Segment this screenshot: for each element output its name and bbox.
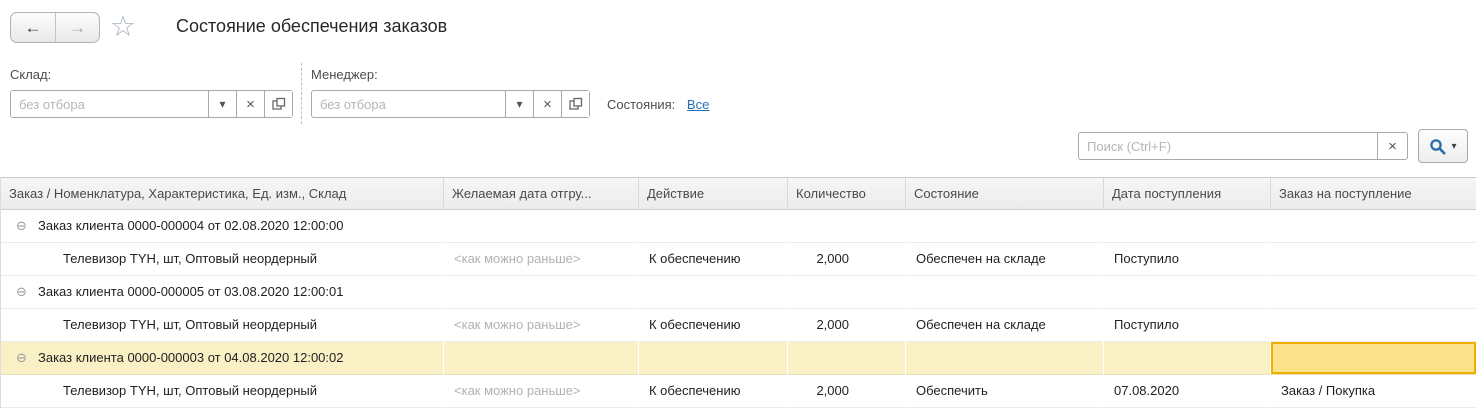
states-filter-label: Состояния: (607, 97, 675, 112)
nav-history-group: ← → (10, 12, 100, 43)
table-cell[interactable] (1104, 210, 1271, 243)
table-cell[interactable]: К обеспечению (639, 243, 788, 276)
orders-table: Заказ / Номенклатура, Характеристика, Ед… (0, 177, 1476, 408)
warehouse-filter-input[interactable] (11, 91, 208, 117)
table-cell[interactable] (906, 342, 1104, 375)
search-icon (1429, 138, 1446, 155)
manager-choose-icon[interactable] (561, 91, 589, 117)
table-cell[interactable]: 07.08.2020 (1104, 375, 1271, 408)
table-cell[interactable] (444, 210, 639, 243)
warehouse-filter-combo: ▾ × (10, 90, 293, 118)
group-row-label: Заказ клиента 0000-000004 от 02.08.2020 … (38, 218, 343, 233)
table-cell[interactable]: 2,000 (788, 243, 906, 276)
group-row-cell[interactable]: ⊖ Заказ клиента 0000-000005 от 03.08.2020… (1, 276, 444, 309)
table-cell[interactable]: К обеспечению (639, 375, 788, 408)
table-cell[interactable]: 2,000 (788, 309, 906, 342)
search-menu-caret-icon: ▾ (1451, 141, 1456, 152)
table-cell[interactable] (1104, 342, 1271, 375)
warehouse-clear-icon[interactable]: × (236, 91, 264, 117)
table-cell[interactable] (444, 276, 639, 309)
table-cell[interactable]: <как можно раньше> (444, 309, 639, 342)
table-cell[interactable]: <как можно раньше> (444, 375, 639, 408)
group-row-cell[interactable]: ⊖ Заказ клиента 0000-000003 от 04.08.2020… (1, 342, 444, 375)
manager-filter-combo: ▾ × (311, 90, 590, 118)
page-title: Состояние обеспечения заказов (176, 16, 447, 37)
table-cell[interactable] (444, 342, 639, 375)
table-cell[interactable] (1104, 276, 1271, 309)
table-cell[interactable] (1271, 276, 1476, 309)
column-header[interactable]: Дата поступления (1104, 178, 1271, 210)
group-row-cell[interactable]: ⊖ Заказ клиента 0000-000004 от 02.08.2020… (1, 210, 444, 243)
column-header[interactable]: Желаемая дата отгру... (444, 178, 639, 210)
table-cell[interactable]: К обеспечению (639, 309, 788, 342)
table-cell[interactable] (1271, 309, 1476, 342)
collapse-icon[interactable]: ⊖ (15, 276, 28, 308)
table-cell[interactable]: Телевизор TYH, шт, Оптовый неордерный (1, 309, 444, 342)
search-box: × (1078, 132, 1408, 160)
table-cell[interactable]: Заказ / Покупка (1271, 375, 1476, 408)
table-cell[interactable] (1271, 210, 1476, 243)
collapse-icon[interactable]: ⊖ (15, 210, 28, 242)
favorite-star-icon[interactable]: ☆ (110, 11, 136, 43)
warehouse-dropdown-icon[interactable]: ▾ (208, 91, 236, 117)
table-cell[interactable]: Телевизор TYH, шт, Оптовый неордерный (1, 375, 444, 408)
table-cell[interactable] (788, 276, 906, 309)
table-cell[interactable]: Обеспечить (906, 375, 1104, 408)
column-header[interactable]: Заказ на поступление (1271, 178, 1476, 210)
manager-filter-label: Менеджер: (311, 67, 378, 82)
filter-separator (301, 63, 302, 124)
collapse-icon[interactable]: ⊖ (15, 342, 28, 374)
column-header[interactable]: Количество (788, 178, 906, 210)
forward-icon[interactable]: → (55, 13, 99, 42)
warehouse-choose-icon[interactable] (264, 91, 292, 117)
table-cell[interactable] (1271, 243, 1476, 276)
search-button[interactable]: ▾ (1418, 129, 1468, 163)
table-cell[interactable] (906, 210, 1104, 243)
manager-dropdown-icon[interactable]: ▾ (505, 91, 533, 117)
column-header[interactable]: Состояние (906, 178, 1104, 210)
manager-clear-icon[interactable]: × (533, 91, 561, 117)
table-cell[interactable] (639, 276, 788, 309)
manager-filter-input[interactable] (312, 91, 505, 117)
table-cell[interactable] (639, 210, 788, 243)
table-cell[interactable]: Поступило (1104, 309, 1271, 342)
states-filter: Состояния: Все (607, 97, 709, 112)
table-cell[interactable]: Телевизор TYH, шт, Оптовый неордерный (1, 243, 444, 276)
column-header[interactable]: Заказ / Номенклатура, Характеристика, Ед… (1, 178, 444, 210)
states-filter-link[interactable]: Все (687, 97, 709, 112)
table-cell[interactable]: Обеспечен на складе (906, 309, 1104, 342)
column-header[interactable]: Действие (639, 178, 788, 210)
table-cell[interactable] (906, 276, 1104, 309)
table-cell[interactable]: Поступило (1104, 243, 1271, 276)
table-cell[interactable]: 2,000 (788, 375, 906, 408)
search-clear-icon[interactable]: × (1377, 133, 1407, 159)
table-cell[interactable]: <как можно раньше> (444, 243, 639, 276)
table-cell[interactable] (639, 342, 788, 375)
table-cell[interactable] (788, 210, 906, 243)
group-row-label: Заказ клиента 0000-000003 от 04.08.2020 … (38, 350, 343, 365)
search-input[interactable] (1079, 133, 1377, 159)
warehouse-filter-label: Склад: (10, 67, 51, 82)
table-cell[interactable]: Обеспечен на складе (906, 243, 1104, 276)
group-row-label: Заказ клиента 0000-000005 от 03.08.2020 … (38, 284, 343, 299)
table-cell[interactable] (788, 342, 906, 375)
selected-cell[interactable] (1271, 342, 1476, 375)
back-icon[interactable]: ← (11, 13, 55, 42)
